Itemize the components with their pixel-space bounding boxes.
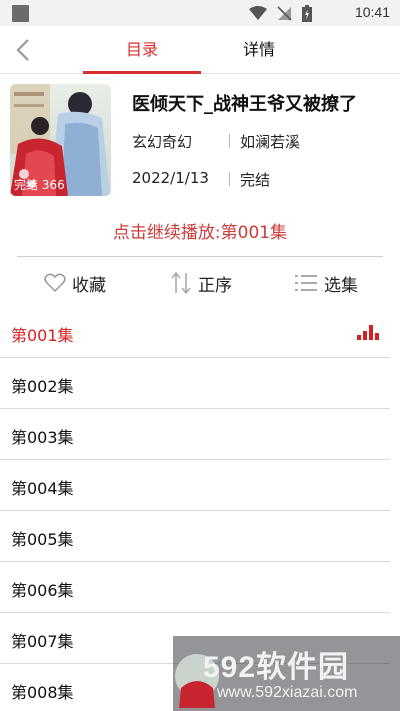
sort-order-label: 正序 [198,275,232,296]
wifi-icon [249,6,267,20]
continue-play-link[interactable]: 点击继续播放:第001集 [0,218,400,243]
episode-label: 第004集 [11,479,74,498]
book-status: 完结 [240,171,271,189]
no-signal-icon [277,6,292,21]
notification-icon [12,5,29,22]
active-tab-indicator [83,71,201,74]
watermark: 592软件园 www.592xiazai.com [173,636,400,711]
list-icon [295,275,317,291]
watermark-url: www.592xiazai.com [217,684,358,701]
playing-equalizer-icon [357,325,379,340]
episode-label: 第002集 [11,377,74,396]
top-nav: 目录 详情 [0,26,400,74]
meta-divider [229,172,230,186]
meta-divider [229,134,230,148]
episode-label: 第003集 [11,428,74,447]
book-genre: 玄幻奇幻 [132,133,193,151]
watermark-brand: 592软件园 [203,651,350,684]
episode-row[interactable]: 第004集 [0,460,390,511]
favorite-button[interactable]: 收藏 [44,270,106,296]
episode-row[interactable]: 第002集 [0,358,390,409]
tab-details[interactable]: 详情 [200,26,318,74]
sort-order-button[interactable]: 正序 [170,270,232,296]
episode-label: 第006集 [11,581,74,600]
episode-row[interactable]: 第006集 [0,562,390,613]
status-icons [249,5,312,22]
cover-badge: 完结 366 [14,178,65,192]
sort-icon [171,271,191,295]
episode-label: 第001集 [11,326,74,345]
select-episode-label: 选集 [324,275,358,296]
episode-label: 第008集 [11,683,74,702]
book-title: 医倾天下_战神王爷又被撩了 [132,94,357,115]
battery-charging-icon [302,5,312,22]
tab-catalog[interactable]: 目录 [83,26,201,74]
episode-label: 第005集 [11,530,74,549]
book-author: 如澜若溪 [240,133,301,151]
status-bar: 10:41 [0,0,400,26]
episode-row[interactable]: 第003集 [0,409,390,460]
episode-row[interactable]: 第005集 [0,511,390,562]
book-date: 2022/1/13 [132,169,209,187]
favorite-label: 收藏 [72,275,106,296]
book-cover[interactable]: 完结 366 [10,84,111,196]
heart-icon [44,273,66,293]
episode-row[interactable]: 第001集 [0,307,390,358]
clock: 10:41 [354,4,390,20]
back-arrow-icon[interactable] [10,36,38,64]
select-episode-button[interactable]: 选集 [294,270,358,296]
divider [17,256,383,257]
episode-label: 第007集 [11,632,74,651]
